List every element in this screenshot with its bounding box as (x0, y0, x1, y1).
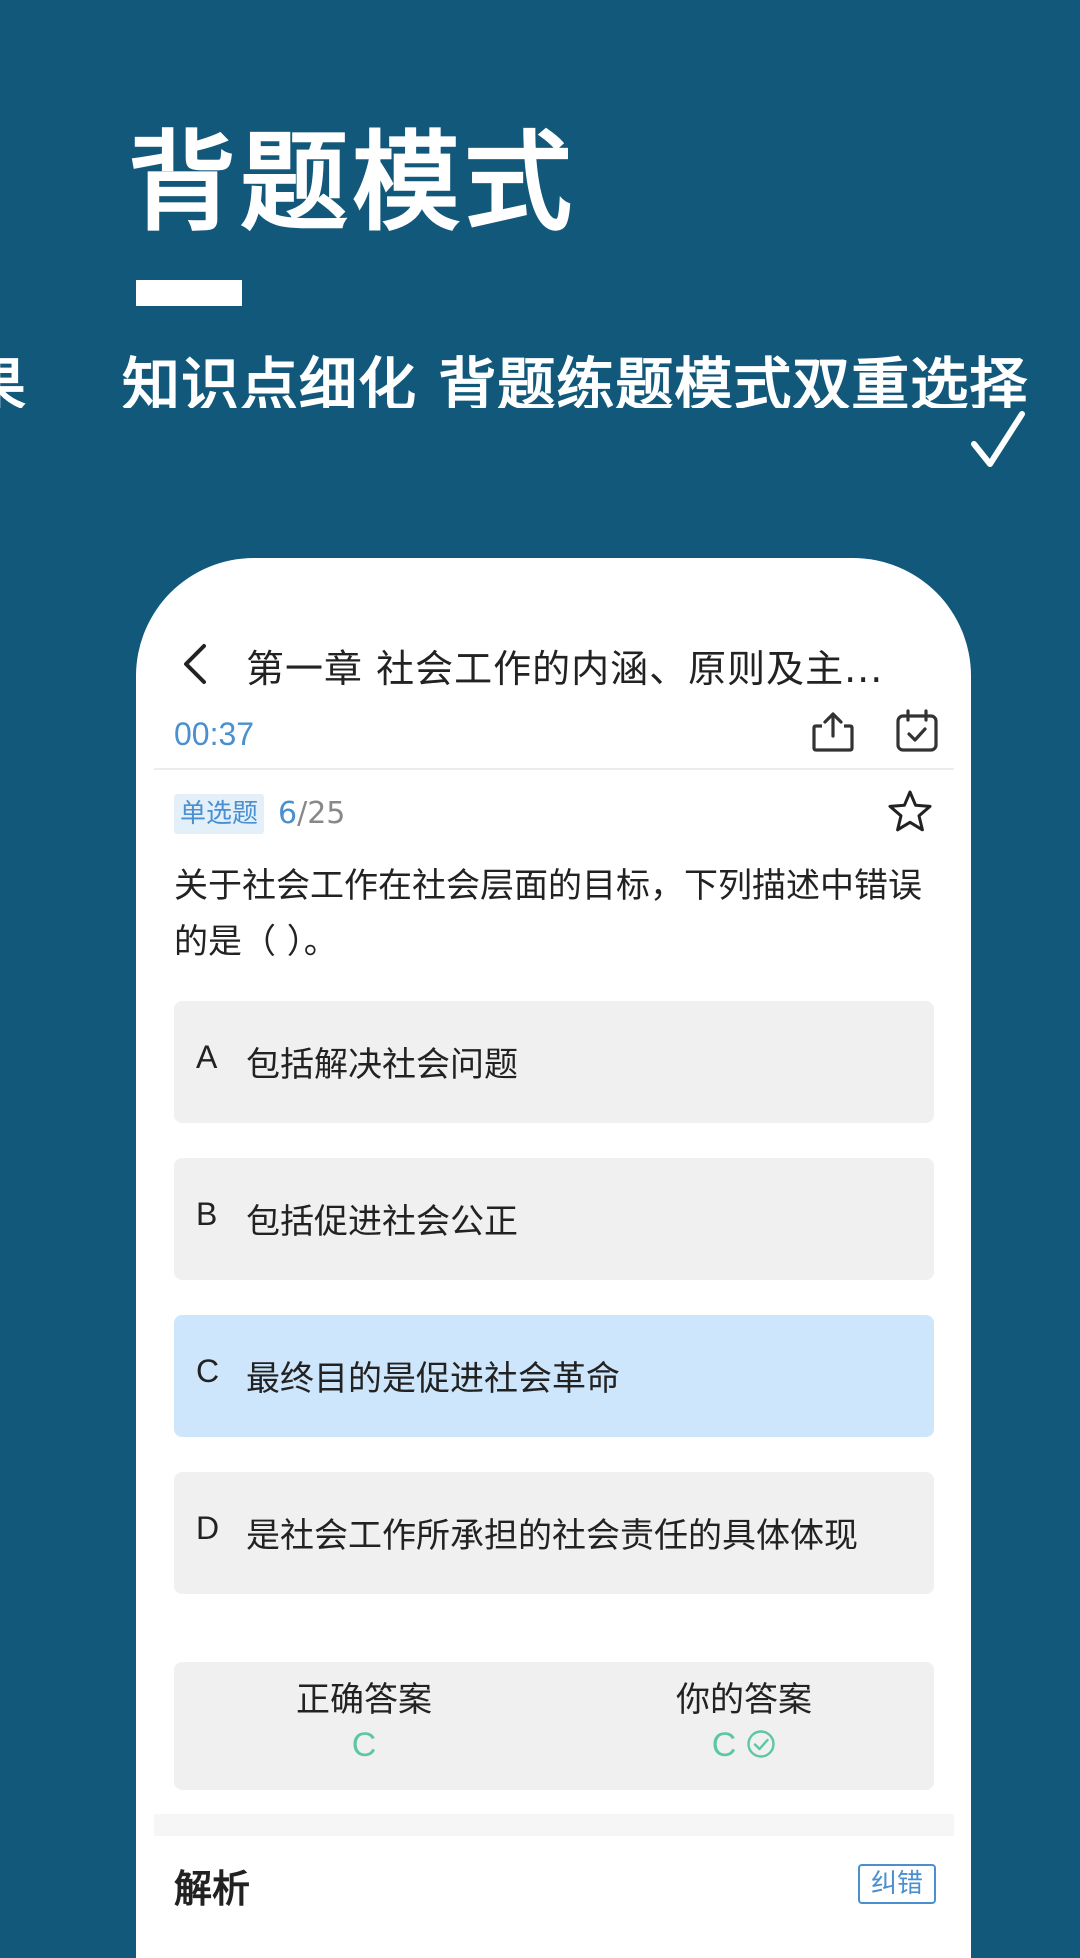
your-answer-row: C (554, 1722, 934, 1768)
correct-answer: 正确答案 C (174, 1678, 554, 1768)
option-text: 包括促进社会公正 (246, 1202, 518, 1242)
option-text: 是社会工作所承担的社会责任的具体体现 (246, 1516, 858, 1556)
option-text: 最终目的是促进社会革命 (246, 1359, 620, 1399)
banner-underline (136, 280, 242, 306)
analysis-title: 解析 (174, 1867, 251, 1911)
option-letter: A (196, 1039, 218, 1075)
question-meta: 单选题 6/25 (174, 790, 934, 838)
option-c[interactable]: C 最终目的是促进社会革命 (174, 1315, 934, 1437)
option-text: 包括解决社会问题 (246, 1045, 518, 1085)
toolbar: 00:37 (154, 706, 954, 770)
page-title: 第一章 社会工作的内涵、原则及主... (246, 647, 884, 691)
option-a[interactable]: A 包括解决社会问题 (174, 1001, 934, 1123)
option-d[interactable]: D 是社会工作所承担的社会责任的具体体现 (174, 1472, 934, 1594)
share-icon[interactable] (808, 706, 858, 756)
question-progress: 6/25 (278, 796, 345, 831)
phone-screen: 第一章 社会工作的内涵、原则及主... 00:37 单选题 6/25 关于社会工… (136, 558, 971, 1958)
option-letter: D (196, 1510, 220, 1546)
correct-answer-label: 正确答案 (296, 1680, 432, 1720)
timer: 00:37 (174, 716, 255, 752)
question-total: /25 (297, 796, 346, 831)
option-letter: B (196, 1196, 218, 1232)
question-text: 关于社会工作在社会层面的目标，下列描述中错误的是（ ）。 (174, 866, 922, 962)
banner-subtitle-strip: 果 知识点细化 背题练题模式双重选择 (0, 338, 1080, 408)
section-divider (154, 1814, 954, 1836)
your-answer: 你的答案 C (554, 1678, 934, 1768)
banner-title: 背题模式 (128, 121, 577, 246)
banner-prev-fragment: 果 (0, 338, 26, 408)
nav-bar: 第一章 社会工作的内涵、原则及主... (136, 628, 971, 698)
calendar-check-icon[interactable] (892, 706, 942, 756)
report-error-button[interactable]: 纠错 (858, 1864, 936, 1904)
option-b[interactable]: B 包括促进社会公正 (174, 1158, 934, 1280)
correct-check-icon (747, 1730, 775, 1758)
star-icon[interactable] (886, 788, 934, 836)
checkmark-icon (971, 411, 1025, 467)
your-answer-label: 你的答案 (676, 1680, 812, 1720)
correct-answer-value: C (351, 1726, 377, 1764)
back-arrow-icon[interactable] (176, 642, 212, 686)
question-current: 6 (278, 796, 298, 831)
question-type-badge: 单选题 (174, 794, 265, 834)
banner-subtitle: 知识点细化 背题练题模式双重选择 (122, 351, 1029, 408)
your-answer-value: C (711, 1726, 737, 1764)
answer-summary: 正确答案 C 你的答案 C (174, 1662, 934, 1790)
option-letter: C (196, 1353, 220, 1389)
